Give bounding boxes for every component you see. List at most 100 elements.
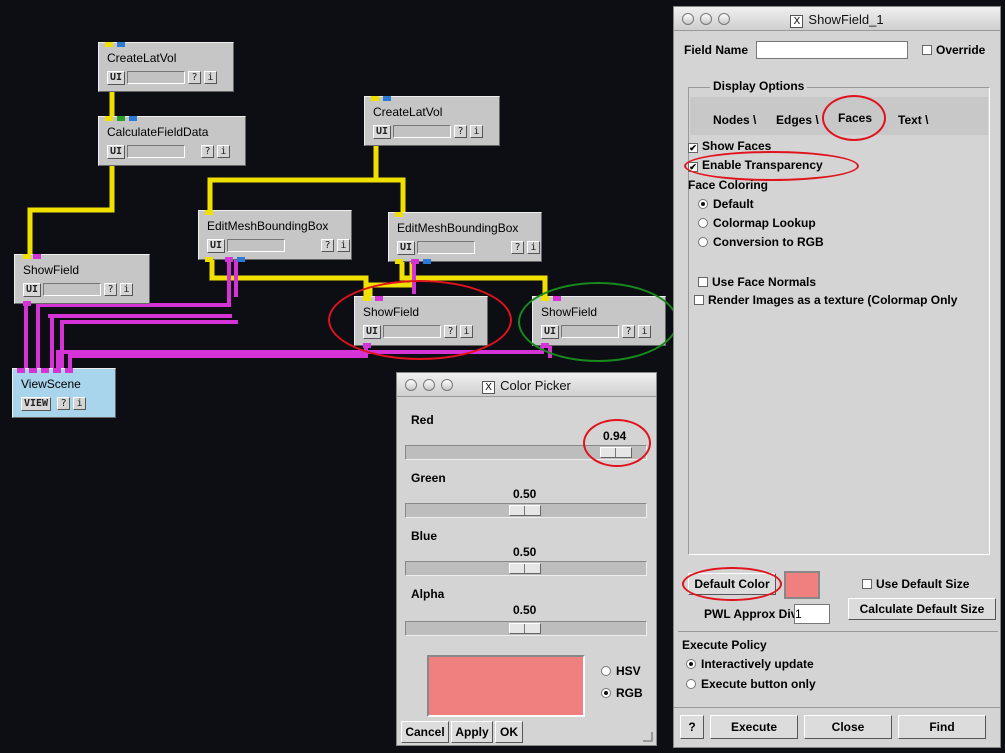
output-port[interactable] [395,259,403,264]
slider-thumb[interactable] [509,623,541,634]
info-button[interactable]: i [204,71,218,84]
hsv-radio[interactable]: HSV [601,664,641,678]
radio-label: Execute button only [701,677,816,691]
cancel-button[interactable]: Cancel [401,721,449,743]
ui-button[interactable]: UI [107,144,126,159]
override-checkbox[interactable]: Override [922,43,985,57]
info-button[interactable]: i [73,397,87,410]
coloring-colormap-radio[interactable]: Colormap Lookup [698,216,816,230]
info-button[interactable]: i [337,239,351,252]
input-port[interactable] [23,254,31,259]
ui-button[interactable]: UI [207,238,226,253]
input-port[interactable] [205,210,213,215]
input-port[interactable] [53,368,61,373]
output-port[interactable] [205,257,213,262]
help-button[interactable]: ? [511,241,525,254]
module-createlatvol-2[interactable]: CreateLatVol UI? i [364,96,500,146]
slider-thumb[interactable] [509,563,541,574]
radio-indicator [601,666,611,676]
ok-button[interactable]: OK [495,721,523,743]
pwl-input[interactable] [794,604,830,624]
output-port[interactable] [129,116,137,121]
module-calculatefielddata[interactable]: CalculateFieldData UI? i [98,116,246,166]
help-button[interactable]: ? [57,397,71,410]
tab-edges[interactable]: Edges \ [776,113,819,127]
x11-icon: X [790,15,804,28]
info-button[interactable]: i [470,125,484,138]
help-button[interactable]: ? [454,125,468,138]
ui-button[interactable]: UI [397,240,416,255]
progress-bar [127,71,186,84]
help-button[interactable]: ? [201,145,215,158]
info-button[interactable]: i [527,241,541,254]
highlight-ring-showfield [328,280,512,360]
output-port[interactable] [105,42,113,47]
color-picker-window[interactable]: X Color Picker Red 0.94 Green 0.50 Blue 0… [396,372,657,746]
module-createlatvol-1[interactable]: CreateLatVol UI? i [98,42,234,92]
calculate-default-size-button[interactable]: Calculate Default Size [848,598,996,620]
output-port[interactable] [23,301,31,306]
help-button[interactable]: ? [104,283,118,296]
module-viewscene[interactable]: ViewScene VIEW? i [12,368,116,418]
rgb-radio[interactable]: RGB [601,686,643,700]
info-button[interactable]: i [217,145,231,158]
output-port[interactable] [423,259,431,264]
output-port[interactable] [237,257,245,262]
tab-text[interactable]: Text \ [898,113,928,127]
showfield-window[interactable]: X ShowField_1 Field Name Override Display… [673,6,1001,748]
input-port[interactable] [41,368,49,373]
module-editmeshboundingbox-2[interactable]: EditMeshBoundingBox UI? i [388,212,542,264]
progress-bar [417,241,476,254]
resize-grip-icon[interactable] [643,732,653,742]
policy-interactive-radio[interactable]: Interactively update [686,657,814,671]
tab-nodes[interactable]: Nodes \ [713,113,756,127]
module-editmeshboundingbox-1[interactable]: EditMeshBoundingBox UI? i [198,210,352,262]
use-face-normals-checkbox[interactable]: Use Face Normals [698,275,816,289]
radio-label: Colormap Lookup [713,216,816,230]
info-button[interactable]: i [120,283,134,296]
execute-button[interactable]: Execute [710,715,798,739]
help-button[interactable]: ? [188,71,202,84]
view-button[interactable]: VIEW [21,396,52,411]
input-port[interactable] [17,368,25,373]
coloring-default-radio[interactable]: Default [698,197,754,211]
slider-thumb[interactable] [509,505,541,516]
close-button[interactable]: Close [804,715,892,739]
input-port[interactable] [395,212,403,217]
checkbox-box [694,295,704,305]
policy-button-radio[interactable]: Execute button only [686,677,816,691]
display-options-label: Display Options [710,79,808,93]
input-port[interactable] [65,368,73,373]
green-slider[interactable] [405,503,647,518]
module-showfield-1[interactable]: ShowField UI? i [14,254,150,306]
input-port[interactable] [33,254,41,259]
output-port[interactable] [371,96,379,101]
output-port[interactable] [117,116,125,121]
ui-button[interactable]: UI [107,70,126,85]
checkbox-box [698,277,708,287]
output-port[interactable] [117,42,125,47]
find-button[interactable]: Find [898,715,986,739]
output-port[interactable] [383,96,391,101]
output-port[interactable] [411,259,419,264]
alpha-slider[interactable] [405,621,647,636]
render-images-checkbox[interactable]: Render Images as a texture (Colormap Onl… [694,293,992,307]
window-titlebar[interactable]: X Color Picker [397,373,656,397]
window-titlebar[interactable]: X ShowField_1 [674,7,1000,31]
coloring-rgb-radio[interactable]: Conversion to RGB [698,235,824,249]
ui-button[interactable]: UI [23,282,42,297]
checkbox-box [922,45,932,55]
output-port[interactable] [225,257,233,262]
blue-slider[interactable] [405,561,647,576]
default-color-swatch[interactable] [784,571,820,599]
render-images-label: Render Images as a texture (Colormap Onl… [708,293,958,307]
field-name-input[interactable] [756,41,908,59]
input-port[interactable] [105,116,113,121]
ui-button[interactable]: UI [373,124,392,139]
help-button[interactable]: ? [321,239,335,252]
input-port[interactable] [29,368,37,373]
use-default-size-checkbox[interactable]: Use Default Size [862,577,969,591]
use-face-normals-label: Use Face Normals [712,275,817,289]
help-button[interactable]: ? [680,715,704,739]
apply-button[interactable]: Apply [451,721,493,743]
